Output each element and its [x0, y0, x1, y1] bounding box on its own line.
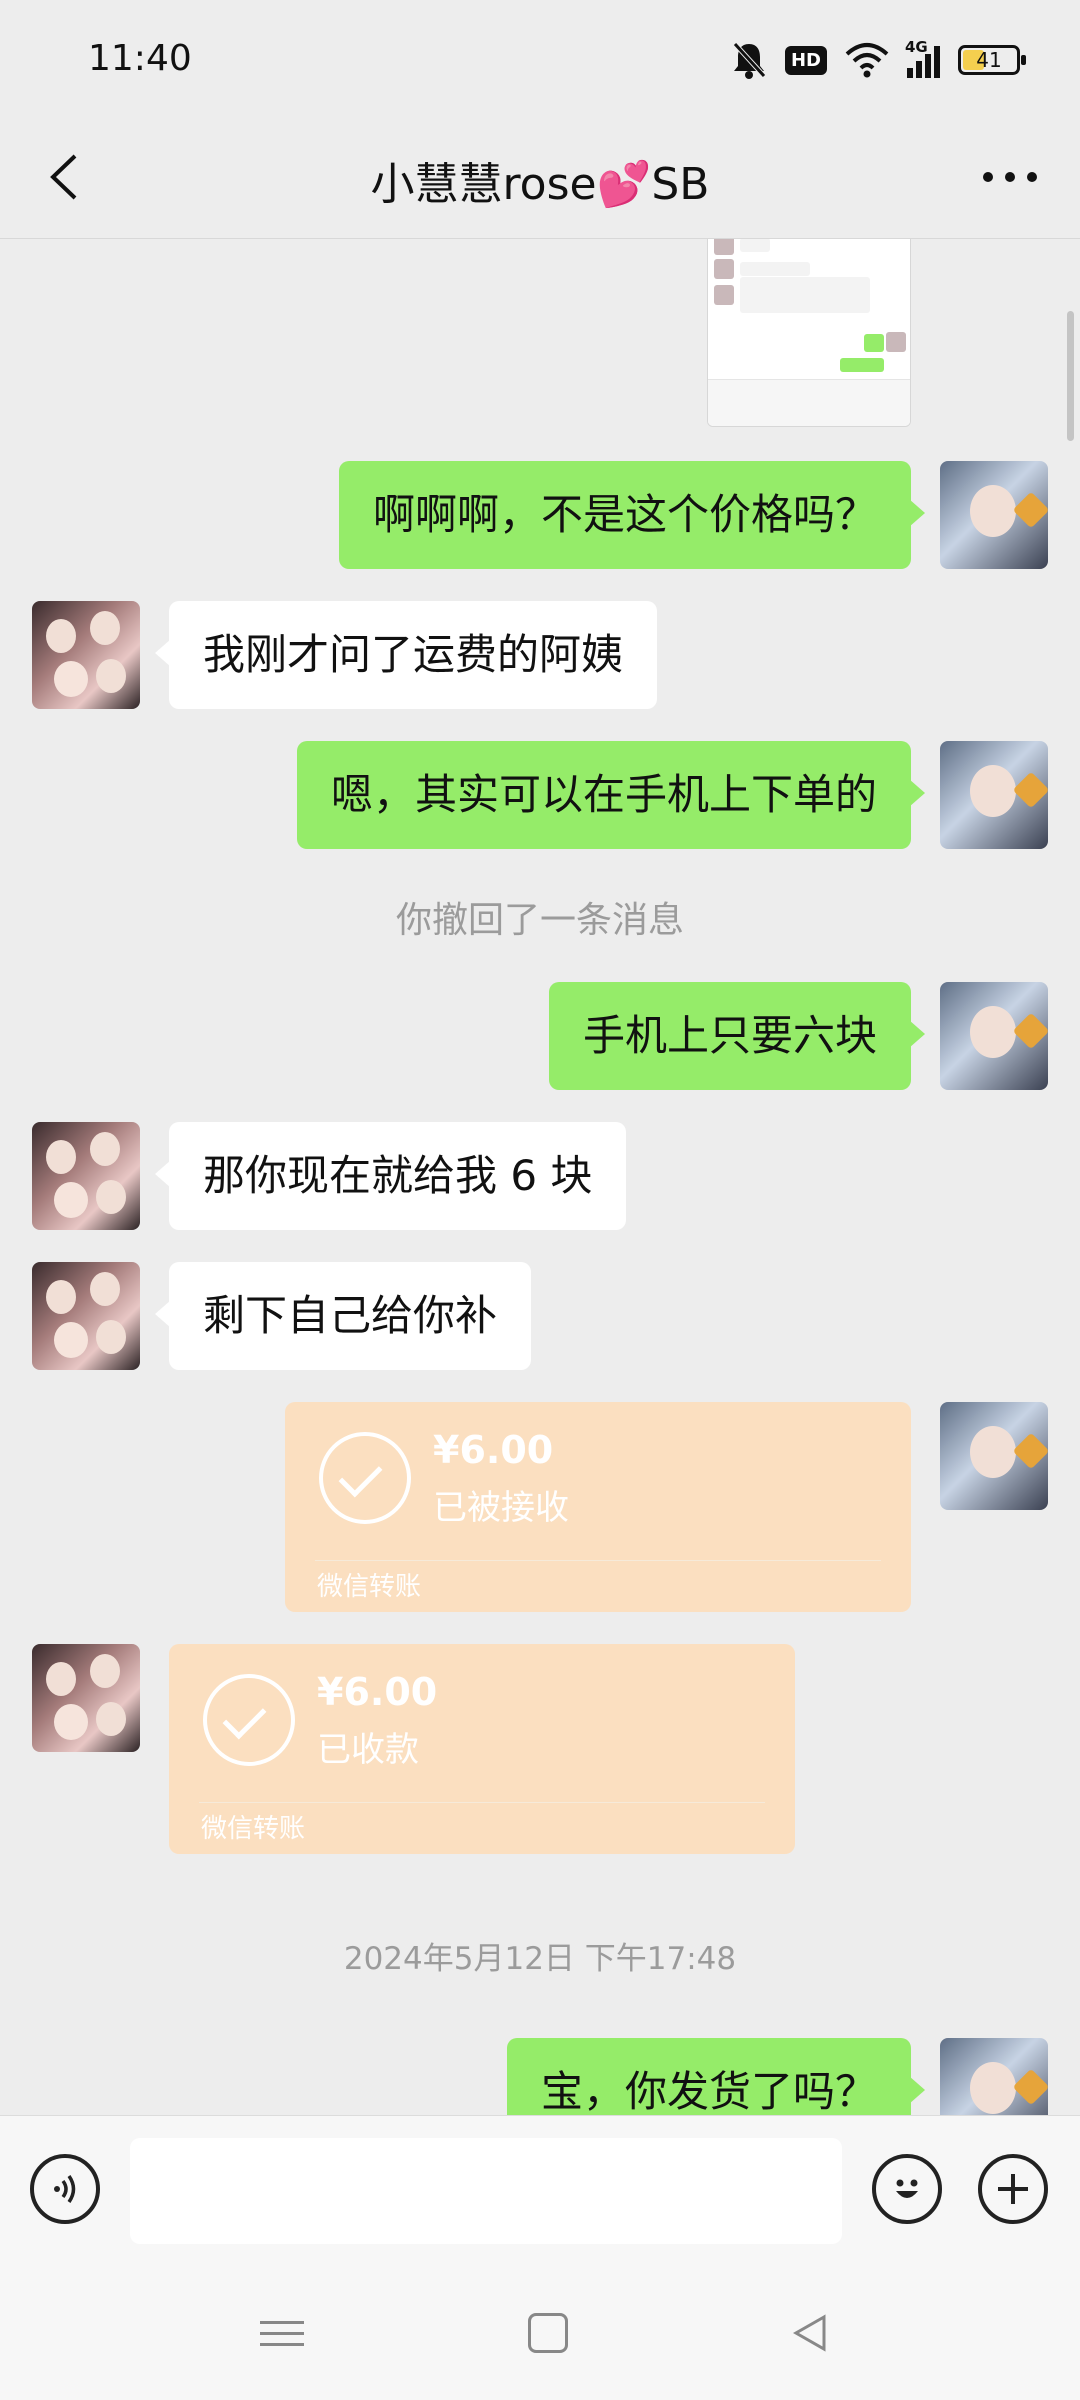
chat-title: 小慧慧rose💕SB [370, 159, 710, 210]
transfer-status: 已收款 [317, 1730, 419, 1770]
transfer-status: 已被接收 [433, 1488, 569, 1528]
avatar-self[interactable] [940, 982, 1048, 1090]
voice-icon [54, 2175, 76, 2203]
message-bubble-contact[interactable]: 我刚才问了运费的阿姨 [154, 601, 658, 709]
avatar-self[interactable] [940, 741, 1048, 849]
check-circle-icon [203, 1674, 295, 1766]
transfer-card-sent[interactable]: ¥6.00 已被接收 微信转账 [285, 1402, 911, 1612]
transfer-divider [199, 1802, 765, 1803]
avatar-self[interactable] [940, 2038, 1048, 2115]
plus-icon [998, 2174, 1028, 2204]
signal-icon: 4G [905, 38, 940, 78]
message-input[interactable] [130, 2138, 842, 2244]
system-nav-bar [0, 2265, 1080, 2400]
transfer-label: 微信转账 [201, 1814, 306, 1844]
back-triangle-icon[interactable] [790, 2313, 834, 2357]
status-time: 11:40 [88, 38, 192, 79]
more-dots-icon [983, 172, 1037, 182]
recall-notice: 你撤回了一条消息 [395, 900, 684, 941]
voice-button[interactable] [30, 2154, 100, 2224]
avatar-contact[interactable] [32, 601, 140, 709]
battery-icon: 41 [958, 45, 1026, 75]
emoji-button[interactable] [872, 2154, 942, 2224]
message-bubble-self[interactable]: 啊啊啊，不是这个价格吗？ [338, 461, 926, 569]
chat-header: 小慧慧rose💕SB [0, 120, 1080, 239]
status-bar: 11:40 HD 4G 41 [0, 0, 1080, 120]
transfer-amount: ¥6.00 [317, 1670, 438, 1714]
check-circle-icon [319, 1432, 411, 1524]
avatar-self[interactable] [940, 461, 1048, 569]
plus-button[interactable] [978, 2154, 1048, 2224]
status-icons: HD 4G 41 [731, 36, 1026, 84]
avatar-contact[interactable] [32, 1122, 140, 1230]
chat-message-list[interactable]: 啊啊啊，不是这个价格吗？ 我刚才问了运费的阿姨 嗯，其实可以在手机上下单的 你撤… [0, 239, 1080, 2115]
message-bubble-self[interactable]: 宝，你发货了吗？ [506, 2038, 926, 2115]
chat-timestamp: 2024年5月12日 下午17:48 [343, 1941, 737, 1977]
avatar-contact[interactable] [32, 1262, 140, 1370]
mute-bell-icon [733, 42, 766, 79]
menu-icon[interactable] [260, 2313, 304, 2357]
emoji-icon [896, 2179, 918, 2198]
shared-image-message[interactable] [707, 239, 911, 427]
avatar-contact[interactable] [32, 1644, 140, 1752]
message-bubble-contact[interactable]: 那你现在就给我 6 块 [154, 1122, 627, 1230]
hd-icon: HD [784, 45, 827, 75]
message-bubble-self[interactable]: 嗯，其实可以在手机上下单的 [296, 741, 926, 849]
transfer-card-received[interactable]: ¥6.00 已收款 微信转账 [169, 1644, 795, 1854]
transfer-amount: ¥6.00 [433, 1428, 554, 1472]
input-bar [0, 2115, 1080, 2266]
home-icon[interactable] [528, 2313, 568, 2353]
transfer-label: 微信转账 [317, 1572, 422, 1602]
transfer-divider [315, 1560, 881, 1561]
wifi-icon [845, 43, 889, 78]
network-label: 4G [905, 38, 928, 56]
scrollbar[interactable] [1067, 311, 1074, 441]
more-button[interactable] [970, 142, 1050, 212]
message-bubble-contact[interactable]: 剩下自己给你补 [154, 1262, 532, 1370]
message-bubble-self[interactable]: 手机上只要六块 [548, 982, 926, 1090]
battery-level: 41 [976, 48, 1002, 72]
avatar-self[interactable] [940, 1402, 1048, 1510]
